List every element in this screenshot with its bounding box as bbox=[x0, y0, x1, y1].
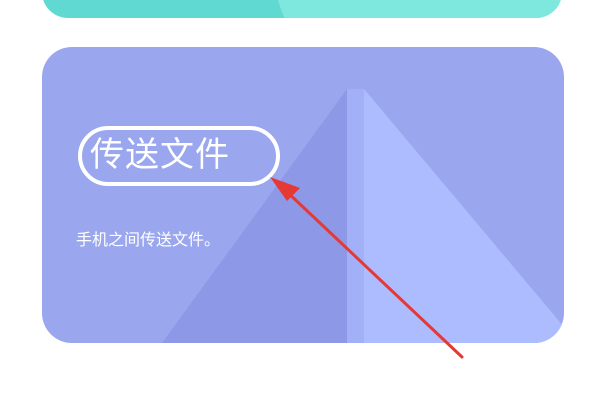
screen: 传送文件 手机之间传送文件。 bbox=[0, 0, 600, 420]
transfer-files-card[interactable]: 传送文件 手机之间传送文件。 bbox=[42, 47, 564, 343]
highlight-ellipse bbox=[78, 126, 280, 186]
card-description: 手机之间传送文件。 bbox=[76, 230, 221, 249]
card-decoration bbox=[272, 0, 562, 18]
feature-card-top[interactable] bbox=[42, 0, 562, 18]
card-content: 传送文件 手机之间传送文件。 bbox=[42, 47, 564, 343]
